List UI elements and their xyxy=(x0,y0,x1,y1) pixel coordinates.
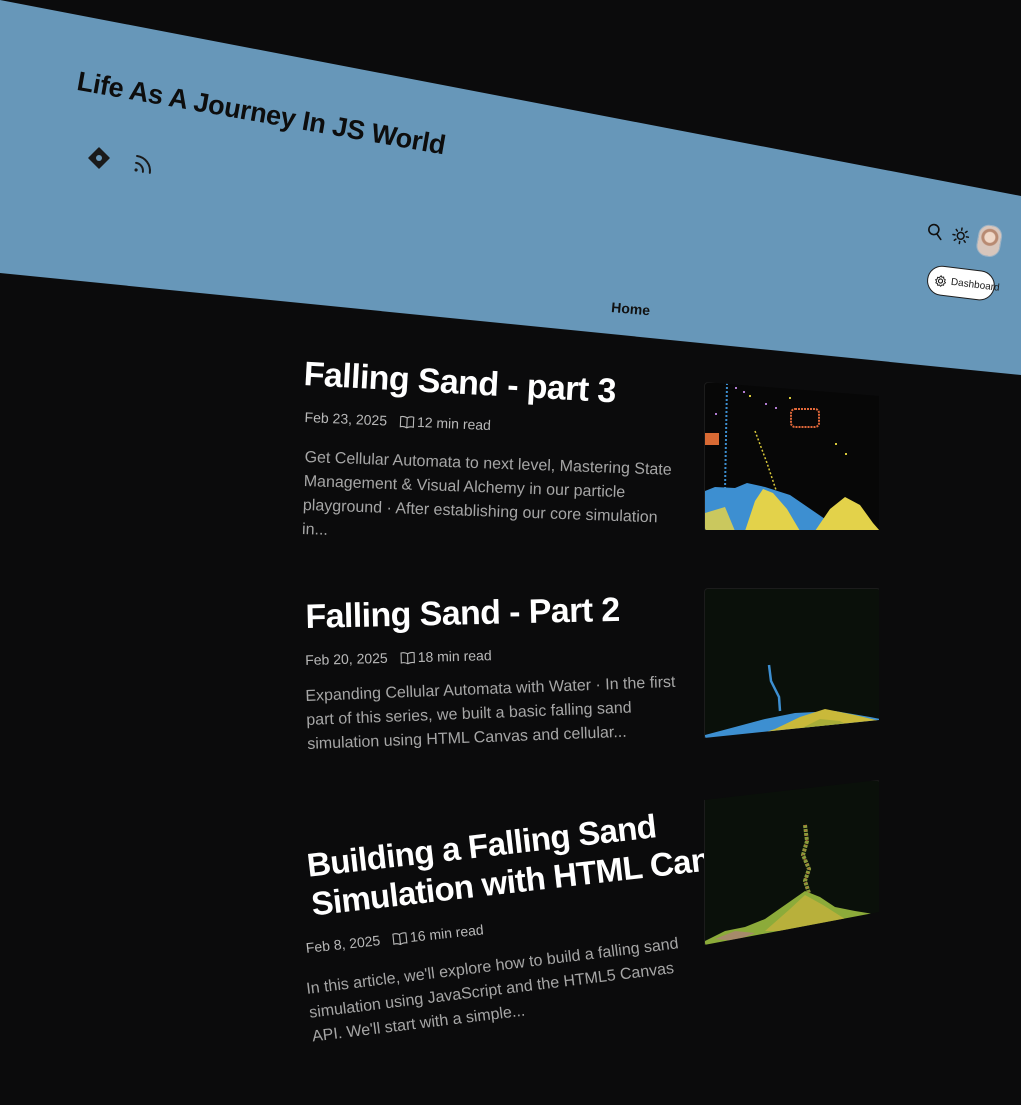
rss-icon[interactable] xyxy=(132,152,156,176)
post-date: Feb 23, 2025 xyxy=(304,409,388,429)
read-time: 18 min read xyxy=(399,647,492,666)
post-excerpt: Expanding Cellular Automata with Water ·… xyxy=(305,673,676,753)
search-icon[interactable] xyxy=(925,221,946,242)
post-date: Feb 20, 2025 xyxy=(305,649,388,668)
read-time-label: 12 min read xyxy=(416,413,492,434)
post-title[interactable]: Building a Falling Sand Simulation with … xyxy=(305,796,765,925)
book-icon xyxy=(400,651,415,664)
nav-home-link[interactable]: Home xyxy=(611,299,651,318)
post-title[interactable]: Falling Sand - part 3 xyxy=(303,354,617,411)
post-meta: Feb 20, 2025 18 min read xyxy=(305,647,492,668)
book-icon xyxy=(399,415,414,429)
post-thumbnail[interactable] xyxy=(704,780,879,945)
read-time-label: 18 min read xyxy=(417,647,492,666)
read-time: 12 min read xyxy=(399,413,492,434)
post-meta: Feb 23, 2025 12 min read xyxy=(304,409,491,433)
sand-simulation-image xyxy=(705,383,879,530)
dashboard-label: Dashboard xyxy=(950,276,1001,294)
sun-icon[interactable] xyxy=(950,225,971,246)
post-date: Feb 8, 2025 xyxy=(305,932,381,956)
header-band xyxy=(0,0,1021,375)
post-title[interactable]: Falling Sand - Part 2 xyxy=(305,590,620,637)
book-icon xyxy=(391,931,408,945)
post-thumbnail[interactable] xyxy=(704,382,879,530)
post-meta: Feb 8, 2025 16 min read xyxy=(305,921,484,956)
read-time-label: 16 min read xyxy=(409,921,485,945)
post-excerpt: Get Cellular Automata to next level, Mas… xyxy=(301,448,672,539)
diamond-icon[interactable] xyxy=(88,147,110,169)
post-thumbnail[interactable] xyxy=(704,588,879,738)
sand-simulation-image xyxy=(705,824,879,945)
gear-icon xyxy=(935,274,947,287)
read-time: 16 min read xyxy=(391,921,484,947)
sand-simulation-image xyxy=(705,664,879,738)
